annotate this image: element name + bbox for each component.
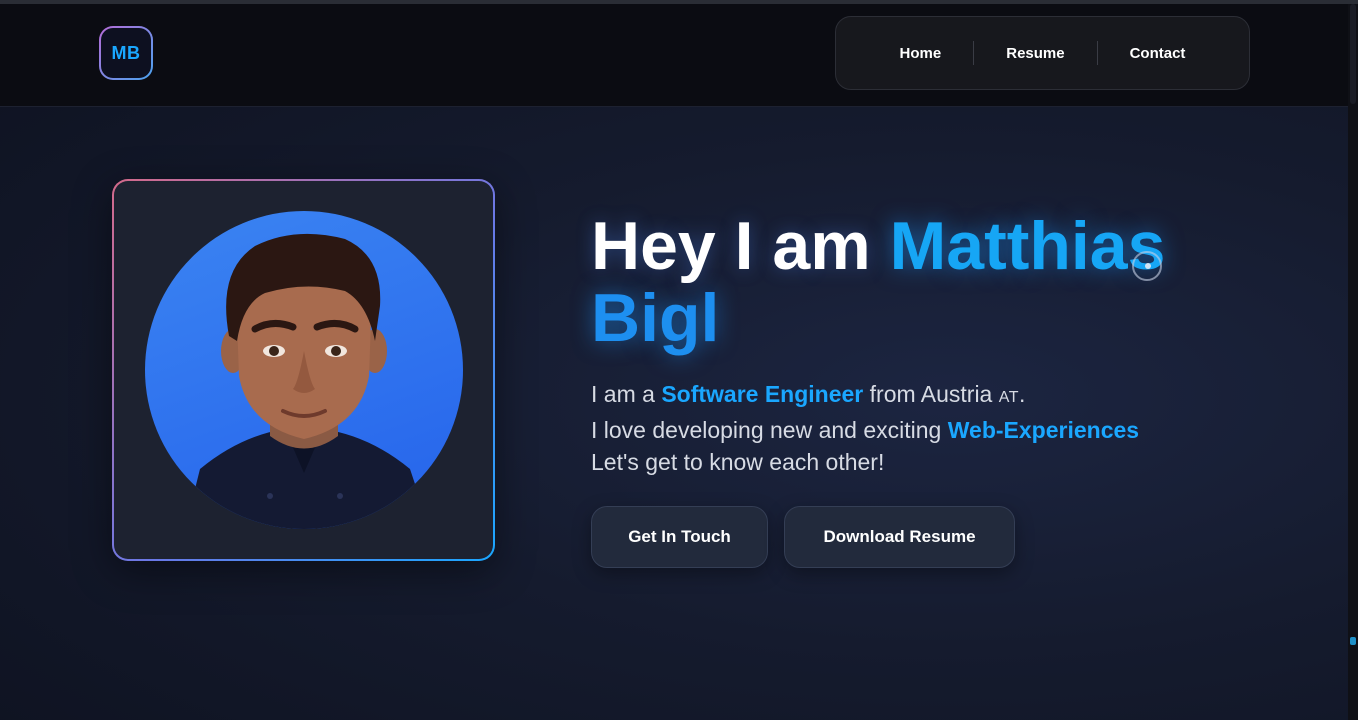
intro-line1-prefix: I am a <box>591 381 662 407</box>
logo[interactable]: MB <box>99 26 153 80</box>
scrollbar-thumb[interactable] <box>1350 4 1356 104</box>
avatar-portrait <box>185 233 430 529</box>
profile-photo-card <box>112 179 495 561</box>
logo-text: MB <box>101 28 151 78</box>
intro-role-highlight: Software Engineer <box>661 381 864 407</box>
avatar <box>145 211 463 529</box>
nav-contact[interactable]: Contact <box>1098 45 1218 62</box>
hero-title-prefix: Hey I am <box>591 208 890 284</box>
intro-line3: Let's get to know each other! <box>591 449 885 475</box>
intro-line1-end: . <box>1019 381 1026 407</box>
hero-first-name: Matthias <box>889 208 1166 284</box>
hero-intro: I am a Software Engineer from Austria AT… <box>591 378 1271 478</box>
page: MB Home Resume Contact Hey I am Matthias… <box>0 0 1358 720</box>
scrollbar[interactable] <box>1348 4 1358 720</box>
scrollbar-marker <box>1350 637 1356 645</box>
download-resume-button[interactable]: Download Resume <box>784 506 1015 568</box>
nav-home[interactable]: Home <box>868 45 974 62</box>
intro-line2-prefix: I love developing new and exciting <box>591 417 948 443</box>
profile-photo-inner <box>114 181 493 559</box>
austria-flag-badge: AT <box>998 389 1019 406</box>
get-in-touch-button[interactable]: Get In Touch <box>591 506 768 568</box>
site-header: MB Home Resume Contact <box>0 4 1348 107</box>
cursor-dot <box>1145 263 1151 269</box>
intro-web-highlight: Web-Experiences <box>947 417 1140 443</box>
intro-line1-suffix: from Austria <box>863 381 999 407</box>
hero-title: Hey I am Matthias Bigl <box>591 210 1291 354</box>
main-nav: Home Resume Contact <box>835 16 1250 90</box>
hero-last-name: Bigl <box>591 280 720 356</box>
nav-resume[interactable]: Resume <box>974 45 1096 62</box>
